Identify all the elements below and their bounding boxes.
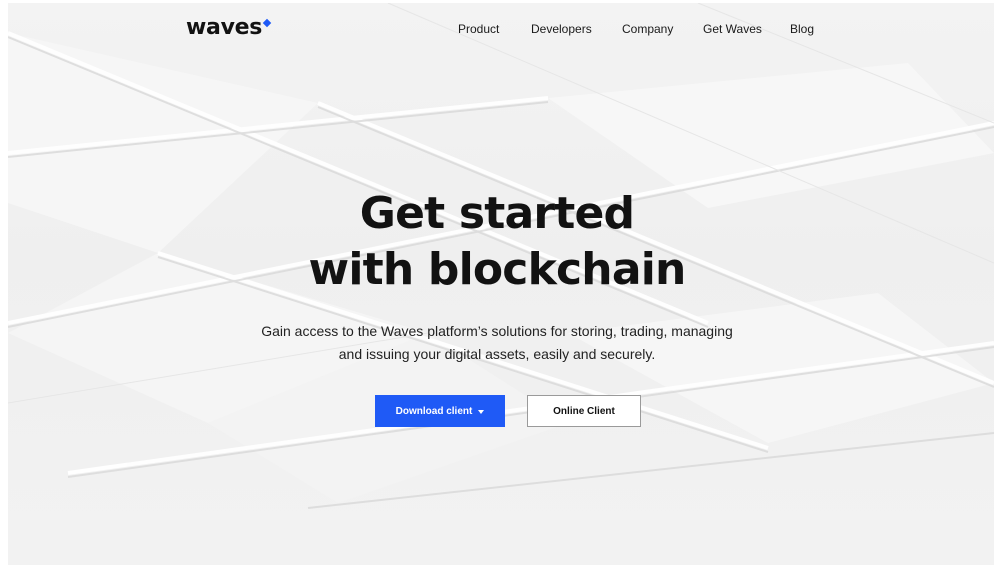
hero-title-line-1: Get started	[359, 188, 635, 239]
hero-title-line-2: with blockchain	[308, 244, 686, 295]
online-client-button[interactable]: Online Client	[527, 395, 641, 427]
nav-get-waves[interactable]: Get Waves	[703, 21, 762, 37]
site-header: waves Product Developers Company Get Wav…	[0, 0, 994, 60]
nav-product[interactable]: Product	[458, 21, 499, 37]
download-client-button[interactable]: Download client	[375, 395, 505, 427]
download-client-label: Download client	[395, 405, 473, 417]
hero-subtitle-line-1: Gain access to the Waves platform’s solu…	[261, 323, 733, 339]
nav-company[interactable]: Company	[622, 21, 673, 37]
main-nav: Product Developers Company Get Waves Blo…	[0, 21, 994, 41]
page: waves Product Developers Company Get Wav…	[0, 0, 994, 565]
hero-subtitle-line-2: and issuing your digital assets, easily …	[338, 346, 656, 362]
nav-blog[interactable]: Blog	[790, 21, 814, 37]
chevron-down-icon	[478, 410, 485, 414]
hero-subtitle: Gain access to the Waves platform’s solu…	[0, 320, 994, 366]
nav-developers[interactable]: Developers	[531, 21, 592, 37]
hero-title: Get started with blockchain	[0, 186, 994, 298]
